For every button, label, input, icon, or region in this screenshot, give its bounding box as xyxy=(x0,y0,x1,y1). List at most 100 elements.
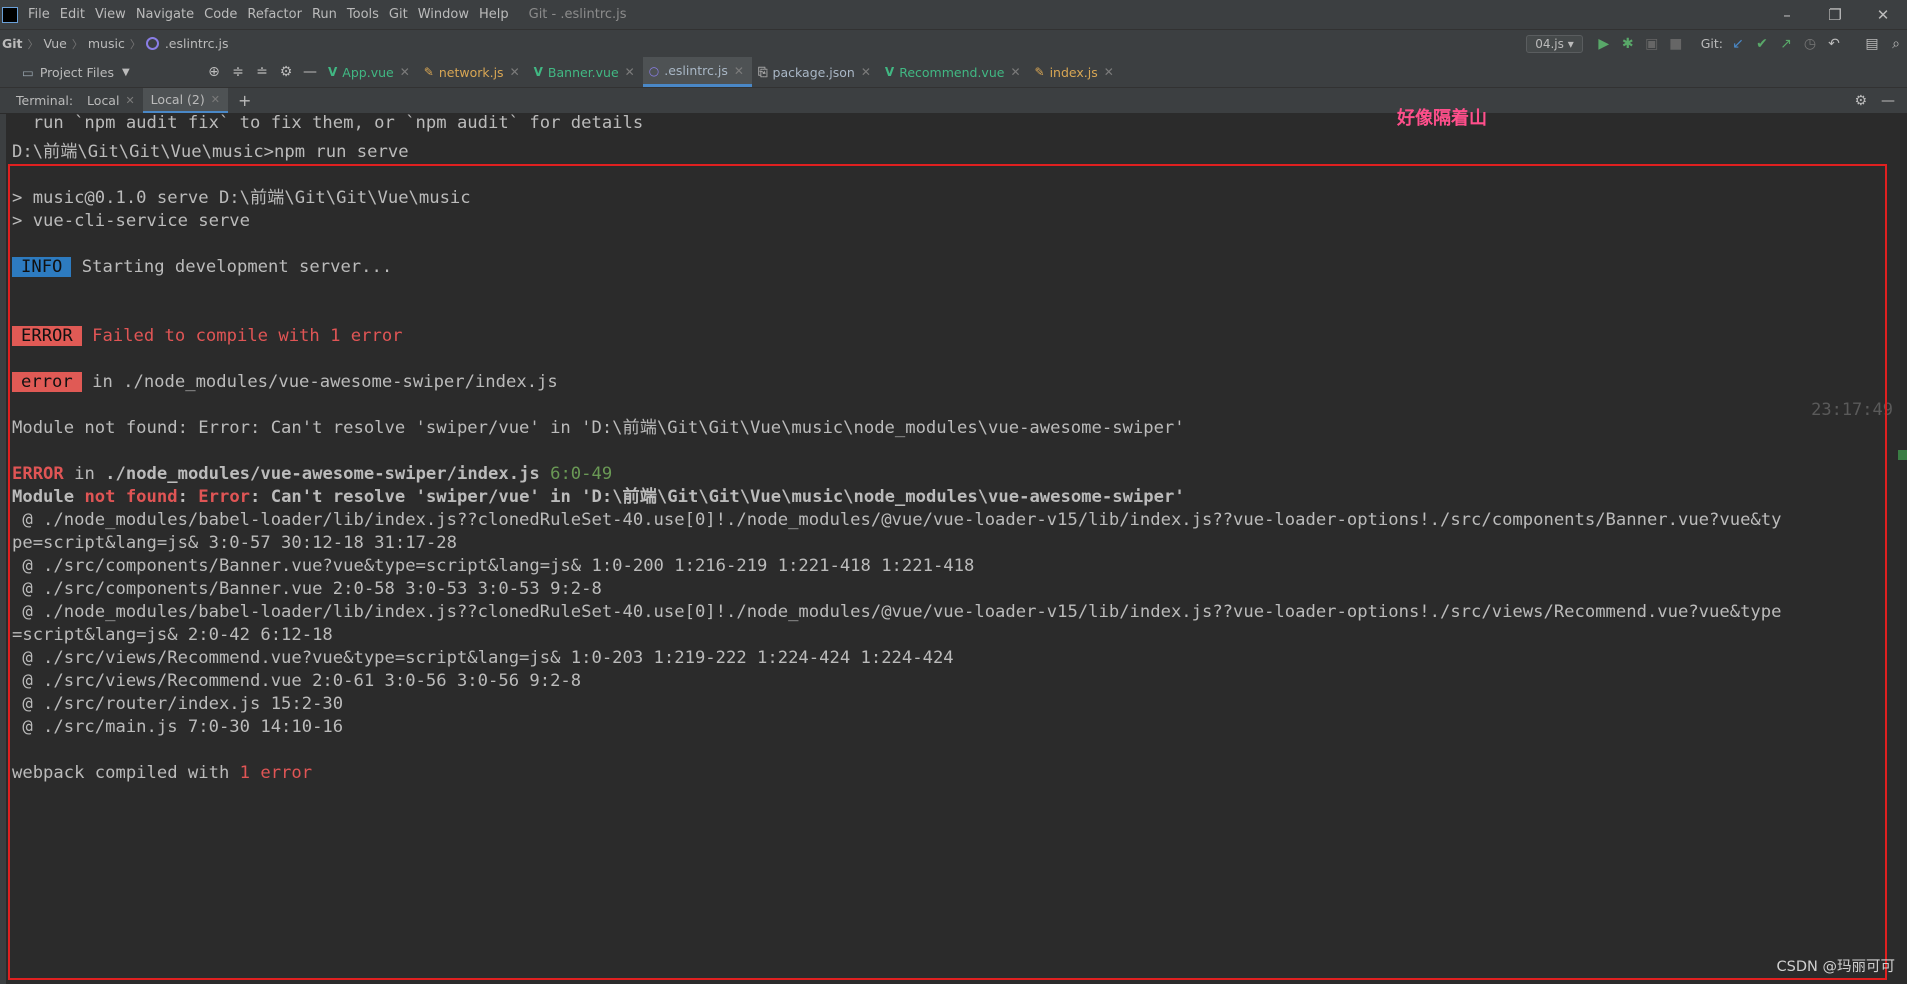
terminal-line: error in ./node_modules/vue-awesome-swip… xyxy=(12,371,558,394)
close-tab-icon[interactable]: ✕ xyxy=(400,65,410,79)
new-terminal-icon[interactable]: + xyxy=(228,91,261,110)
menu-file[interactable]: File xyxy=(24,7,56,22)
watermark: CSDN @玛丽可可 xyxy=(1776,959,1895,975)
close-tab-icon[interactable]: ✕ xyxy=(861,65,871,79)
close-tab-icon[interactable]: ✕ xyxy=(734,64,744,78)
minimize-icon[interactable]: – xyxy=(1763,6,1811,24)
terminal-tab-local-2[interactable]: Local (2) ✕ xyxy=(142,88,228,113)
hide-icon[interactable]: — xyxy=(298,64,322,80)
project-view-selector[interactable]: ▭ Project Files ▼ xyxy=(0,65,202,80)
run-config-select[interactable]: 04.js ▾ xyxy=(1526,34,1583,53)
error-text: Failed to compile with 1 error xyxy=(81,326,403,346)
chevron-right-icon: 〉 xyxy=(129,37,141,51)
project-view-label: Project Files xyxy=(39,64,114,80)
close-icon[interactable]: ✕ xyxy=(1859,6,1907,24)
text-module: Module xyxy=(12,487,85,507)
eslint-file-icon: ○ xyxy=(648,63,660,78)
terminal-tab-label: Local (2) xyxy=(150,92,205,107)
coverage-icon[interactable]: ▣ xyxy=(1641,36,1663,52)
close-tab-icon[interactable]: ✕ xyxy=(125,94,134,107)
tab-package-json[interactable]: ⎘ package.json ✕ xyxy=(752,57,879,87)
tab-index-js[interactable]: ✎ index.js ✕ xyxy=(1029,57,1122,87)
compiled-error-count: 1 error xyxy=(239,763,313,783)
terminal-output[interactable]: run `npm audit fix` to fix them, or `npm… xyxy=(6,113,1901,984)
search-icon[interactable]: ⌕ xyxy=(1885,36,1907,52)
menu-edit[interactable]: Edit xyxy=(56,7,91,22)
text-resolve: : Can't resolve 'swiper/vue' in 'D:\前端\G… xyxy=(250,487,1185,507)
menu-help[interactable]: Help xyxy=(475,7,515,22)
tab-network-js[interactable]: ✎ network.js ✕ xyxy=(418,57,528,87)
tab-eslintrc-js[interactable]: ○ .eslintrc.js ✕ xyxy=(642,57,752,87)
expand-all-icon[interactable]: ≑ xyxy=(226,64,250,80)
terminal-line: ERROR in ./node_modules/vue-awesome-swip… xyxy=(12,463,612,486)
tab-recommend-vue[interactable]: V Recommend.vue ✕ xyxy=(879,57,1029,87)
close-tab-icon[interactable]: ✕ xyxy=(211,93,220,106)
close-tab-icon[interactable]: ✕ xyxy=(510,65,520,79)
folder-icon: ▭ xyxy=(22,64,34,80)
close-tab-icon[interactable]: ✕ xyxy=(625,65,635,79)
navbar-actions: 04.js ▾ ▶ ✱ ▣ ■ Git: ↙ ✔ ↗ ◷ ↶ ▤ ⌕ xyxy=(1526,34,1907,53)
menu-run[interactable]: Run xyxy=(308,7,343,22)
tab-label: App.vue xyxy=(342,64,394,80)
menu-tools[interactable]: Tools xyxy=(343,7,385,22)
rollback-icon[interactable]: ↶ xyxy=(1823,36,1845,52)
menu-refactor[interactable]: Refactor xyxy=(243,7,308,22)
menu-code[interactable]: Code xyxy=(200,7,243,22)
collapse-all-icon[interactable]: ≐ xyxy=(250,64,274,80)
git-push-icon[interactable]: ↗ xyxy=(1775,36,1797,52)
tab-banner-vue[interactable]: V Banner.vue ✕ xyxy=(528,57,643,87)
git-commit-icon[interactable]: ✔ xyxy=(1751,36,1773,52)
navigation-bar: Git 〉 Vue 〉 music 〉 .eslintrc.js 04.js ▾… xyxy=(0,29,1907,58)
info-badge: INFO xyxy=(12,257,72,277)
terminal-line: @ ./node_modules/babel-loader/lib/index.… xyxy=(12,510,1782,530)
hide-icon[interactable]: — xyxy=(1881,93,1895,109)
breadcrumb-vue[interactable]: Vue xyxy=(42,36,69,51)
window-controls: – ❐ ✕ xyxy=(1763,6,1907,24)
menu-navigate[interactable]: Navigate xyxy=(132,7,200,22)
terminal-line: run `npm audit fix` to fix them, or `npm… xyxy=(12,113,644,133)
locate-icon[interactable]: ⊕ xyxy=(202,64,226,80)
tab-label: .eslintrc.js xyxy=(664,63,728,78)
breadcrumb-git[interactable]: Git xyxy=(0,36,25,51)
scrollbar-marker[interactable] xyxy=(1898,450,1907,460)
terminal-actions: ⚙ — xyxy=(1854,93,1907,109)
tab-label: Recommend.vue xyxy=(899,64,1005,80)
text-colon: : xyxy=(177,487,199,507)
window-title: Git - .eslintrc.js xyxy=(528,7,627,22)
text-not-found: not found xyxy=(84,487,178,507)
terminal-tab-local[interactable]: Local ✕ xyxy=(79,88,143,113)
terminal-line: @ ./src/main.js 7:0-30 14:10-16 xyxy=(12,717,344,737)
debug-icon[interactable]: ✱ xyxy=(1617,36,1639,52)
terminal-line: =script&lang=js& 2:0-42 6:12-18 xyxy=(12,625,333,645)
chevron-down-icon: ▼ xyxy=(121,66,130,78)
menu-window[interactable]: Window xyxy=(414,7,475,22)
history-icon[interactable]: ◷ xyxy=(1799,36,1821,52)
js-file-icon: ✎ xyxy=(423,65,434,79)
restore-icon[interactable]: ❐ xyxy=(1811,6,1859,24)
annotation-text: 好像隔着山 xyxy=(1397,108,1487,129)
error-word: ERROR xyxy=(12,464,64,484)
gear-icon[interactable]: ⚙ xyxy=(1854,93,1867,109)
gear-icon[interactable]: ⚙ xyxy=(274,64,298,80)
run-icon[interactable]: ▶ xyxy=(1593,36,1615,52)
chevron-right-icon: 〉 xyxy=(71,37,83,51)
timestamp: 23:17:49 xyxy=(1811,400,1893,420)
git-label: Git: xyxy=(1700,36,1723,51)
close-tab-icon[interactable]: ✕ xyxy=(1104,65,1114,79)
layout-icon[interactable]: ▤ xyxy=(1861,36,1883,52)
json-file-icon: ⎘ xyxy=(757,64,768,79)
vue-file-icon: V xyxy=(533,65,543,79)
breadcrumb-file[interactable]: .eslintrc.js xyxy=(163,36,231,51)
terminal-line: Module not found: Error: Can't resolve '… xyxy=(12,418,1185,438)
git-update-icon[interactable]: ↙ xyxy=(1727,36,1749,52)
terminal-tab-bar: Terminal: Local ✕ Local (2) ✕ + ⚙ — xyxy=(0,88,1907,114)
stop-icon[interactable]: ■ xyxy=(1665,36,1687,52)
breadcrumb-music[interactable]: music xyxy=(86,36,127,51)
menu-git[interactable]: Git xyxy=(385,7,414,22)
terminal-line: @ ./node_modules/babel-loader/lib/index.… xyxy=(12,602,1782,622)
terminal-line: > vue-cli-service serve xyxy=(12,211,250,231)
close-tab-icon[interactable]: ✕ xyxy=(1010,65,1020,79)
terminal-line: ERROR Failed to compile with 1 error xyxy=(12,325,403,348)
menu-view[interactable]: View xyxy=(91,7,132,22)
tab-app-vue[interactable]: V App.vue ✕ xyxy=(322,57,418,87)
